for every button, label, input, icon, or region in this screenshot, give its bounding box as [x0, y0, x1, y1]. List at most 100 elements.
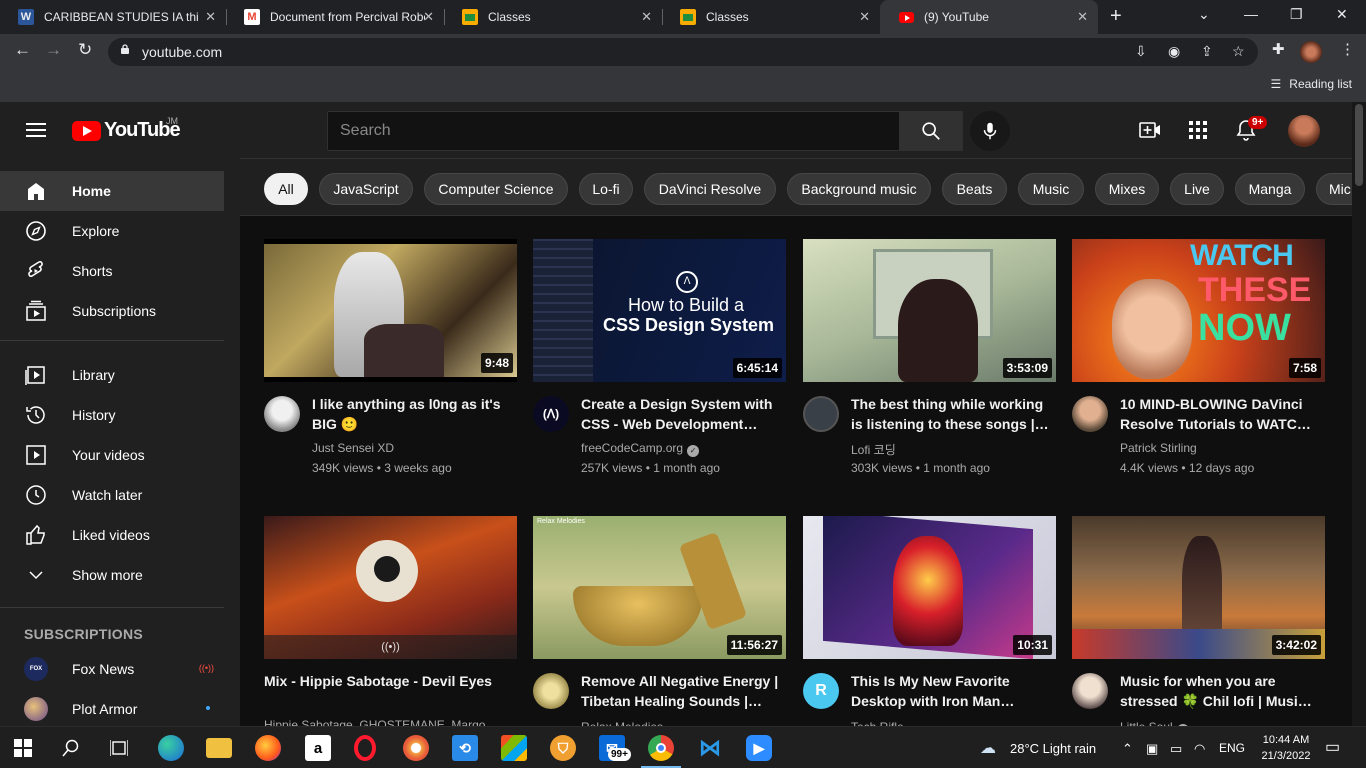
sidebar-subscription-plot-armor[interactable]: Plot Armor: [0, 689, 224, 726]
browser-tab[interactable]: W CARIBBEAN STUDIES IA third ✕: [0, 0, 226, 34]
microsoft-store-icon[interactable]: [501, 735, 527, 761]
search-icon[interactable]: [62, 739, 80, 757]
sidebar-item-show-more[interactable]: Show more: [0, 555, 224, 595]
channel-avatar[interactable]: R: [803, 673, 839, 709]
video-card[interactable]: 9:48 I like anything as l0ng as it's BIG…: [264, 239, 517, 482]
video-thumbnail[interactable]: 9:48: [264, 239, 517, 382]
extensions-icon[interactable]: ✚: [1272, 40, 1285, 58]
chip-computer-science[interactable]: Computer Science: [424, 173, 568, 205]
chip-all[interactable]: All: [264, 173, 308, 205]
file-explorer-icon[interactable]: [206, 738, 232, 758]
scrollbar-thumb[interactable]: [1355, 104, 1363, 186]
account-avatar[interactable]: [1288, 115, 1320, 147]
search-box[interactable]: [327, 111, 900, 151]
chip-beats[interactable]: Beats: [942, 173, 1007, 205]
chip-lofi[interactable]: Lo-fi: [579, 173, 633, 205]
close-window-button[interactable]: ✕: [1336, 6, 1348, 23]
create-video-icon[interactable]: [1138, 118, 1162, 142]
youtube-logo[interactable]: YouTube: [72, 119, 181, 142]
minimize-button[interactable]: —: [1244, 6, 1258, 22]
windows-start-icon[interactable]: [14, 739, 32, 757]
video-title[interactable]: This Is My New Favorite Desktop with Iro…: [851, 671, 1051, 711]
sidebar-item-shorts[interactable]: Shorts: [0, 251, 224, 291]
chip-davinci-resolve[interactable]: DaVinci Resolve: [644, 173, 776, 205]
sync-app-icon[interactable]: ⟲: [452, 735, 478, 761]
chip-manga[interactable]: Manga: [1235, 173, 1305, 205]
browser-tab-active[interactable]: (9) YouTube ✕: [880, 0, 1098, 34]
close-tab-icon[interactable]: ✕: [641, 9, 652, 25]
language-indicator[interactable]: ENG: [1219, 741, 1245, 755]
zoom-icon[interactable]: ▶: [746, 735, 772, 761]
music-player-icon[interactable]: [403, 735, 429, 761]
browser-tab[interactable]: Classes ✕: [444, 0, 662, 34]
browser-tab[interactable]: M Document from Percival Robe ✕: [226, 0, 444, 34]
edge-browser-icon[interactable]: [158, 735, 184, 761]
vscode-icon[interactable]: ⋈: [697, 735, 723, 761]
video-title[interactable]: Create a Design System with CSS - Web De…: [581, 394, 781, 434]
sidebar-subscription-fox-news[interactable]: FOX Fox News ((•)): [0, 649, 224, 689]
restore-button[interactable]: ❐: [1290, 6, 1303, 23]
video-card[interactable]: ((•)) Mix - Hippie Sabotage - Devil Eyes…: [264, 516, 517, 759]
notification-center-icon[interactable]: ▭: [1325, 737, 1340, 757]
url-text[interactable]: youtube.com: [142, 44, 222, 60]
video-thumbnail[interactable]: Relax Melodies 11:56:27: [533, 516, 786, 659]
chrome-icon[interactable]: [648, 735, 674, 761]
hide-eye-icon[interactable]: ◉: [1168, 43, 1180, 60]
sidebar-item-history[interactable]: History: [0, 395, 224, 435]
sidebar-item-watch-later[interactable]: Watch later: [0, 475, 224, 515]
video-title[interactable]: Music for when you are stressed 🍀 Chil l…: [1120, 671, 1320, 711]
menu-kebab-icon[interactable]: ⋮: [1340, 40, 1355, 58]
video-thumbnail[interactable]: 3:42:02: [1072, 516, 1325, 659]
firefox-icon[interactable]: [255, 735, 281, 761]
video-title[interactable]: The best thing while working is listenin…: [851, 394, 1051, 434]
bookmark-star-icon[interactable]: ☆: [1232, 43, 1245, 60]
channel-name[interactable]: freeCodeCamp.org ✓: [581, 441, 700, 457]
chip-mixes[interactable]: Mixes: [1095, 173, 1159, 205]
voice-search-button[interactable]: [970, 111, 1010, 151]
tab-search-icon[interactable]: ⌄: [1198, 6, 1210, 23]
system-clock[interactable]: 10:44 AM 21/3/2022: [1256, 732, 1316, 764]
browser-tab[interactable]: Classes ✕: [662, 0, 880, 34]
new-tab-button[interactable]: +: [1110, 5, 1122, 28]
video-card[interactable]: WATCH THESE NOW 7:58 10 MIND-BLOWING DaV…: [1072, 239, 1325, 482]
chip-mic[interactable]: Mic: [1316, 173, 1352, 205]
weather-cloud-icon[interactable]: ☁: [980, 738, 996, 758]
video-card[interactable]: 3:42:02 Music for when you are stressed …: [1072, 516, 1325, 759]
video-thumbnail[interactable]: 10:31: [803, 516, 1056, 659]
channel-name[interactable]: Patrick Stirling: [1120, 441, 1197, 455]
video-card[interactable]: Relax Melodies 11:56:27 Remove All Negat…: [533, 516, 786, 759]
channel-avatar[interactable]: [1072, 396, 1108, 432]
channel-avatar[interactable]: [533, 673, 569, 709]
video-card[interactable]: 10:31 R This Is My New Favorite Desktop …: [803, 516, 1056, 759]
video-title[interactable]: Remove All Negative Energy | Tibetan Hea…: [581, 671, 781, 711]
chip-javascript[interactable]: JavaScript: [319, 173, 413, 205]
forward-icon[interactable]: →: [45, 40, 62, 60]
channel-name[interactable]: Lofi 코딩: [851, 441, 896, 458]
battery-icon[interactable]: ▭: [1170, 741, 1182, 757]
profile-avatar[interactable]: [1300, 41, 1322, 63]
guide-menu-icon[interactable]: [26, 123, 46, 137]
share-icon[interactable]: ⇪: [1201, 43, 1213, 60]
channel-avatar[interactable]: [803, 396, 839, 432]
back-icon[interactable]: ←: [14, 40, 31, 60]
sidebar-item-home[interactable]: Home: [0, 171, 224, 211]
channel-avatar[interactable]: (ᐱ): [533, 396, 569, 432]
channel-name[interactable]: Just Sensei XD: [312, 441, 394, 455]
reading-list-button[interactable]: ☰ Reading list: [1271, 77, 1352, 91]
opera-icon[interactable]: [354, 735, 376, 761]
video-thumbnail[interactable]: 3:53:09: [803, 239, 1056, 382]
search-button[interactable]: [899, 111, 963, 151]
search-input[interactable]: [328, 112, 899, 150]
video-title[interactable]: 10 MIND-BLOWING DaVinci Resolve Tutorial…: [1120, 394, 1320, 434]
close-tab-icon[interactable]: ✕: [423, 9, 434, 25]
camera-icon[interactable]: ▣: [1146, 741, 1158, 757]
channel-avatar[interactable]: [264, 396, 300, 432]
weather-text[interactable]: 28°C Light rain: [1010, 741, 1096, 756]
video-title[interactable]: Mix - Hippie Sabotage - Devil Eyes: [264, 671, 504, 691]
sidebar-item-liked-videos[interactable]: Liked videos: [0, 515, 224, 555]
close-tab-icon[interactable]: ✕: [205, 9, 216, 25]
sidebar-item-explore[interactable]: Explore: [0, 211, 224, 251]
lock-icon[interactable]: [120, 44, 130, 54]
address-bar[interactable]: youtube.com ⇩ ◉ ⇪ ☆: [108, 38, 1258, 66]
task-view-icon[interactable]: [110, 739, 128, 757]
